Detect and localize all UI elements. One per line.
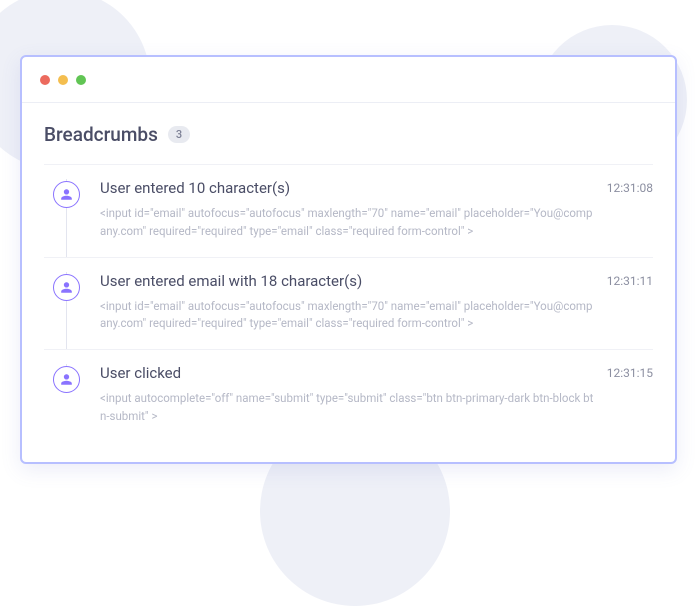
breadcrumb-detail: <input id="email" autofocus="autofocus" … [100,205,595,241]
user-icon [53,366,80,393]
breadcrumb-row: User clicked <input autocomplete="off" n… [44,349,653,442]
user-icon [53,181,80,208]
user-icon [53,274,80,301]
breadcrumb-detail: <input id="email" autofocus="autofocus" … [100,298,595,334]
maximize-icon[interactable] [76,75,86,85]
breadcrumb-row: User entered 10 character(s) <input id="… [44,164,653,257]
breadcrumb-title: User entered 10 character(s) [100,179,595,197]
breadcrumb-timestamp: 12:31:11 [607,272,653,334]
breadcrumb-detail: <input autocomplete="off" name="submit" … [100,390,595,426]
breadcrumb-content: User entered email with 18 character(s) … [100,272,607,334]
timeline-rail [44,272,100,334]
page-title: Breadcrumbs [44,123,158,146]
count-badge: 3 [168,126,190,143]
breadcrumb-content: User clicked <input autocomplete="off" n… [100,364,607,426]
breadcrumb-title: User entered email with 18 character(s) [100,272,595,290]
timeline-rail [44,364,100,426]
header: Breadcrumbs 3 [22,103,675,164]
minimize-icon[interactable] [58,75,68,85]
window: Breadcrumbs 3 User entered 10 character(… [20,55,677,464]
close-icon[interactable] [40,75,50,85]
timeline-rail [44,179,100,241]
breadcrumb-title: User clicked [100,364,595,382]
breadcrumb-timestamp: 12:31:15 [607,364,653,426]
breadcrumb-timeline: User entered 10 character(s) <input id="… [22,164,675,462]
titlebar [22,57,675,103]
breadcrumb-row: User entered email with 18 character(s) … [44,257,653,350]
breadcrumb-content: User entered 10 character(s) <input id="… [100,179,607,241]
breadcrumb-timestamp: 12:31:08 [607,179,653,241]
